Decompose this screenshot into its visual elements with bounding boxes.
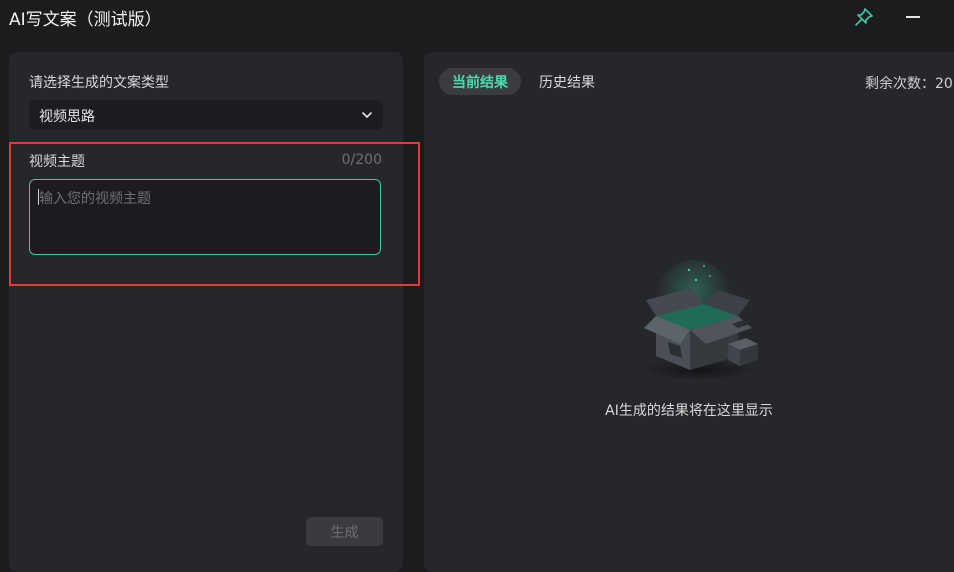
type-label: 请选择生成的文案类型 [29,75,169,91]
left-panel: 请选择生成的文案类型 视频思路 视频主题 0/200 输入您的视频主题 生成 [9,52,403,572]
window-title: AI写文案（测试版） [9,10,162,30]
empty-box-icon [641,260,758,380]
chevron-down-icon [362,112,372,119]
pin-icon [855,8,873,26]
generate-button[interactable]: 生成 [306,517,383,546]
remaining-count: 剩余次数：20 [865,76,953,92]
tab-history-results[interactable]: 历史结果 [526,68,608,95]
minimize-button[interactable] [902,6,924,28]
pin-button[interactable] [853,6,875,28]
right-panel: 当前结果 历史结果 剩余次数：20 AI生成的结果将在这里显示 [424,52,954,572]
topic-input[interactable]: 输入您的视频主题 [29,179,381,255]
empty-state-text: AI生成的结果将在这里显示 [605,403,773,419]
topic-label: 视频主题 [29,154,85,170]
tab-current-results[interactable]: 当前结果 [439,68,521,95]
minimize-icon [906,16,920,18]
type-select[interactable]: 视频思路 [29,100,383,130]
title-bar: AI写文案（测试版） [0,0,954,40]
type-select-value: 视频思路 [39,109,95,125]
topic-char-counter: 0/200 [341,152,382,168]
topic-placeholder: 输入您的视频主题 [39,191,151,207]
